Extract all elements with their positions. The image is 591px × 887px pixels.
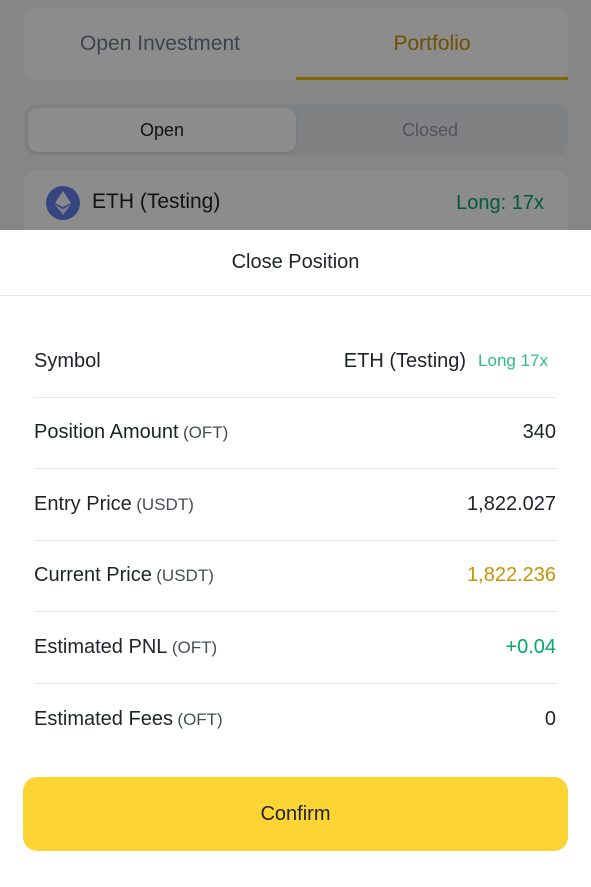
entry-price-label-group: Entry Price (USDT) [34,493,194,516]
entry-price-label: Entry Price [34,492,132,515]
estimated-fees-label-group: Estimated Fees (OFT) [34,708,223,731]
estimated-fees-unit: (OFT) [177,709,223,729]
sheet-title: Close Position [231,251,360,273]
row-symbol: Symbol ETH (Testing) Long 17x [34,326,556,398]
close-position-sheet: Close Position Symbol ETH (Testing) Long… [0,230,591,887]
sheet-header: Close Position [0,230,591,296]
row-position-amount: Position Amount (OFT) 340 [34,398,556,469]
symbol-value: ETH (Testing) [343,349,467,372]
row-estimated-pnl: Estimated PNL (OFT) +0.04 [34,612,556,684]
position-amount-value: 340 [522,421,556,444]
position-amount-unit: (OFT) [182,423,229,443]
current-price-unit: (USDT) [156,566,214,586]
position-amount-label: Position Amount [34,421,179,444]
estimated-pnl-label: Estimated PNL [34,635,168,658]
estimated-fees-value: 0 [544,707,556,730]
current-price-label-group: Current Price (USDT) [34,564,214,587]
confirm-button[interactable]: Confirm [23,777,568,851]
position-amount-label-group: Position Amount (OFT) [34,421,228,444]
symbol-label: Symbol [34,349,101,372]
estimated-fees-label: Estimated Fees [34,707,173,730]
side-leverage-tag: Long 17x [478,351,548,371]
row-estimated-fees: Estimated Fees (OFT) 0 [34,684,556,756]
position-details: Symbol ETH (Testing) Long 17x Position A… [34,326,556,755]
current-price-label: Current Price [34,564,152,587]
entry-price-value: 1,822.027 [467,492,556,515]
row-entry-price: Entry Price (USDT) 1,822.027 [34,469,556,541]
symbol-value-group: ETH (Testing) Long 17x [344,350,556,373]
estimated-pnl-value: +0.04 [505,635,556,658]
estimated-pnl-unit: (OFT) [171,637,218,657]
current-price-value: 1,822.236 [467,564,556,587]
estimated-pnl-label-group: Estimated PNL (OFT) [34,636,217,659]
row-current-price: Current Price (USDT) 1,822.236 [34,541,556,612]
entry-price-unit: (USDT) [136,494,194,514]
